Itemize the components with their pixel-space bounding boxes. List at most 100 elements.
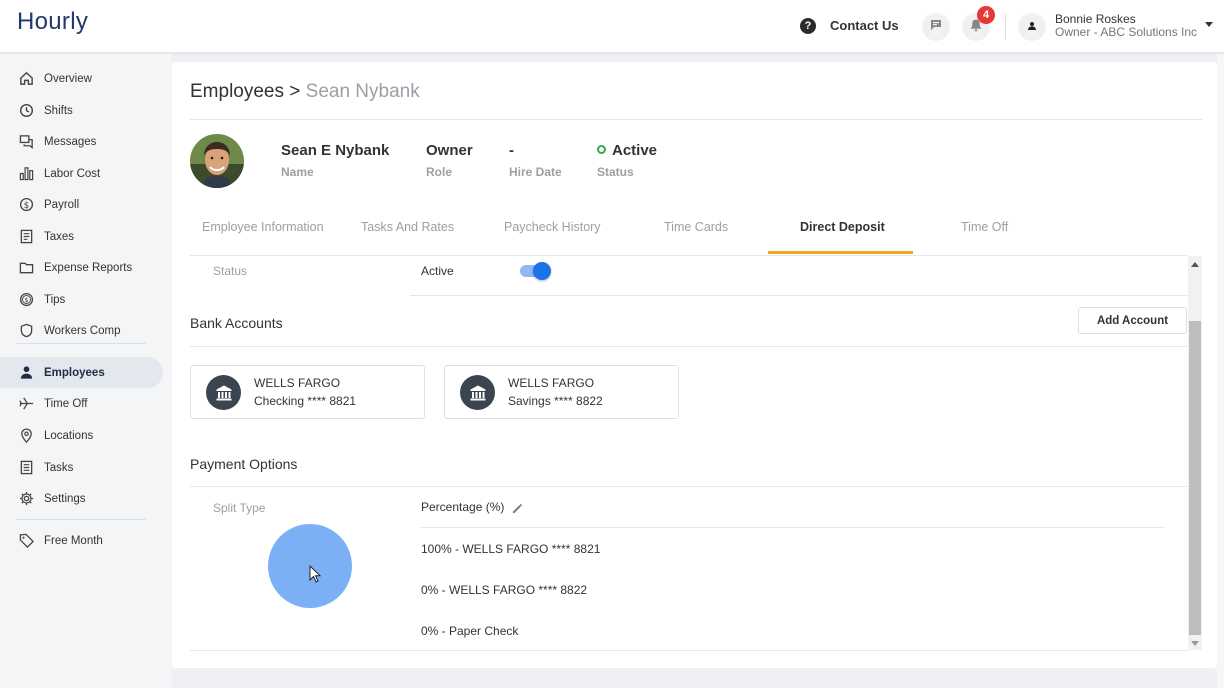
sidebar-item-label: Expense Reports — [44, 261, 133, 274]
active-tab-indicator — [768, 251, 913, 254]
sidebar-item-labor-cost[interactable]: Labor Cost — [0, 158, 163, 189]
split-type-value: Percentage (%) — [421, 500, 505, 514]
contact-us-link[interactable]: Contact Us — [830, 18, 899, 33]
sidebar-item-locations[interactable]: Locations — [0, 420, 163, 451]
sidebar: Overview Shifts Messages Labor Cost $ Pa… — [0, 54, 172, 688]
document-icon — [18, 229, 34, 245]
sidebar-item-settings[interactable]: Settings — [0, 483, 163, 514]
sidebar-item-payroll[interactable]: $ Payroll — [0, 189, 163, 220]
window-edge — [1217, 54, 1224, 688]
sidebar-item-taxes[interactable]: Taxes — [0, 221, 163, 252]
mouse-cursor-icon — [309, 564, 322, 588]
divider — [410, 295, 1187, 296]
airplane-icon — [18, 396, 34, 412]
sidebar-item-overview[interactable]: Overview — [0, 63, 163, 94]
sidebar-item-messages[interactable]: Messages — [0, 126, 163, 157]
task-list-icon — [18, 460, 34, 476]
scroll-down-arrow-icon[interactable] — [1191, 641, 1199, 646]
employee-status-label: Status — [597, 165, 634, 179]
split-row: 0% - Paper Check — [421, 624, 519, 638]
employee-role: Owner — [426, 142, 473, 159]
sidebar-item-label: Time Off — [44, 397, 88, 410]
sidebar-item-tasks[interactable]: Tasks — [0, 452, 163, 483]
employee-hire-date: - — [509, 142, 514, 159]
help-icon[interactable]: ? — [800, 18, 816, 34]
top-header: Hourly ? Contact Us 4 Bonnie Roskes Owne… — [0, 0, 1224, 53]
split-row: 0% - WELLS FARGO **** 8822 — [421, 583, 588, 597]
sidebar-item-label: Locations — [44, 429, 94, 442]
bank-icon — [206, 375, 241, 410]
user-avatar[interactable] — [1018, 13, 1046, 41]
tab-direct-deposit[interactable]: Direct Deposit — [800, 220, 885, 234]
bank-accounts-title: Bank Accounts — [190, 315, 283, 331]
employee-status: Active — [597, 142, 657, 159]
tab-paycheck-history[interactable]: Paycheck History — [504, 220, 601, 234]
tabs-divider — [190, 255, 1188, 256]
tab-tasks-and-rates[interactable]: Tasks And Rates — [361, 220, 454, 234]
dollar-icon: $ — [18, 197, 34, 213]
sidebar-item-employees[interactable]: Employees — [0, 357, 163, 388]
sidebar-item-free-month[interactable]: Free Month — [0, 525, 163, 556]
folder-icon — [18, 260, 34, 276]
split-type-label: Split Type — [213, 501, 266, 515]
payment-options-title: Payment Options — [190, 456, 298, 472]
sidebar-item-label: Shifts — [44, 104, 73, 117]
edit-pencil-icon[interactable] — [511, 502, 524, 520]
sidebar-item-label: Tasks — [44, 461, 74, 474]
add-account-button[interactable]: Add Account — [1078, 307, 1187, 334]
bank-account-card[interactable]: WELLS FARGO Checking **** 8821 — [190, 365, 425, 419]
tab-time-cards[interactable]: Time Cards — [664, 220, 728, 234]
sidebar-item-shifts[interactable]: Shifts — [0, 95, 163, 126]
tag-icon — [18, 533, 34, 549]
gear-icon — [18, 491, 34, 507]
split-row: 100% - WELLS FARGO **** 8821 — [421, 542, 601, 556]
employee-avatar — [190, 134, 244, 188]
breadcrumb-current: Sean Nybank — [305, 81, 420, 102]
dd-status-label: Status — [213, 264, 248, 278]
scroll-up-arrow-icon[interactable] — [1191, 262, 1199, 267]
sidebar-item-label: Free Month — [44, 534, 103, 547]
employee-name: Sean E Nybank — [281, 142, 390, 159]
sidebar-item-time-off[interactable]: Time Off — [0, 388, 163, 419]
employee-hire-date-label: Hire Date — [509, 165, 562, 179]
notification-badge: 4 — [977, 6, 995, 24]
breadcrumb-parent[interactable]: Employees > — [190, 81, 300, 102]
chat-icon — [929, 18, 943, 37]
sidebar-item-label: Messages — [44, 135, 97, 148]
sidebar-item-label: Employees — [44, 366, 105, 379]
shield-icon — [18, 323, 34, 339]
sidebar-item-expense-reports[interactable]: Expense Reports — [0, 252, 163, 283]
dd-status-toggle-knob[interactable] — [533, 262, 551, 280]
divider — [190, 119, 1202, 120]
svg-text:$: $ — [24, 296, 28, 304]
sidebar-item-label: Labor Cost — [44, 167, 101, 180]
sidebar-item-workers-comp[interactable]: Workers Comp — [0, 315, 163, 346]
bar-chart-icon — [18, 166, 34, 182]
sidebar-divider — [16, 343, 146, 344]
chat-button[interactable] — [922, 13, 950, 41]
status-indicator-icon — [597, 145, 606, 154]
divider — [421, 527, 1165, 528]
tab-employee-information[interactable]: Employee Information — [202, 220, 324, 234]
sidebar-item-tips[interactable]: $ Tips — [0, 284, 163, 315]
app-logo[interactable]: Hourly — [17, 8, 88, 36]
location-pin-icon — [18, 428, 34, 444]
sidebar-item-label: Tips — [44, 293, 66, 306]
chevron-down-icon[interactable] — [1205, 22, 1213, 27]
bank-name: WELLS FARGO — [508, 376, 595, 390]
home-icon — [18, 71, 34, 87]
scrollbar-thumb[interactable] — [1189, 321, 1201, 635]
person-icon — [1027, 18, 1037, 36]
employee-role-label: Role — [426, 165, 453, 179]
person-icon — [18, 365, 34, 381]
bank-account-card[interactable]: WELLS FARGO Savings **** 8822 — [444, 365, 679, 419]
bank-account-number: Savings **** 8822 — [508, 394, 603, 408]
messages-icon — [18, 134, 34, 150]
user-name[interactable]: Bonnie Roskes — [1055, 12, 1136, 26]
divider — [190, 486, 1188, 487]
coin-icon: $ — [18, 292, 34, 308]
user-role[interactable]: Owner - ABC Solutions Inc — [1055, 25, 1197, 39]
dd-status-value: Active — [421, 264, 454, 278]
tab-time-off[interactable]: Time Off — [961, 220, 1008, 234]
sidebar-item-label: Overview — [44, 72, 92, 85]
